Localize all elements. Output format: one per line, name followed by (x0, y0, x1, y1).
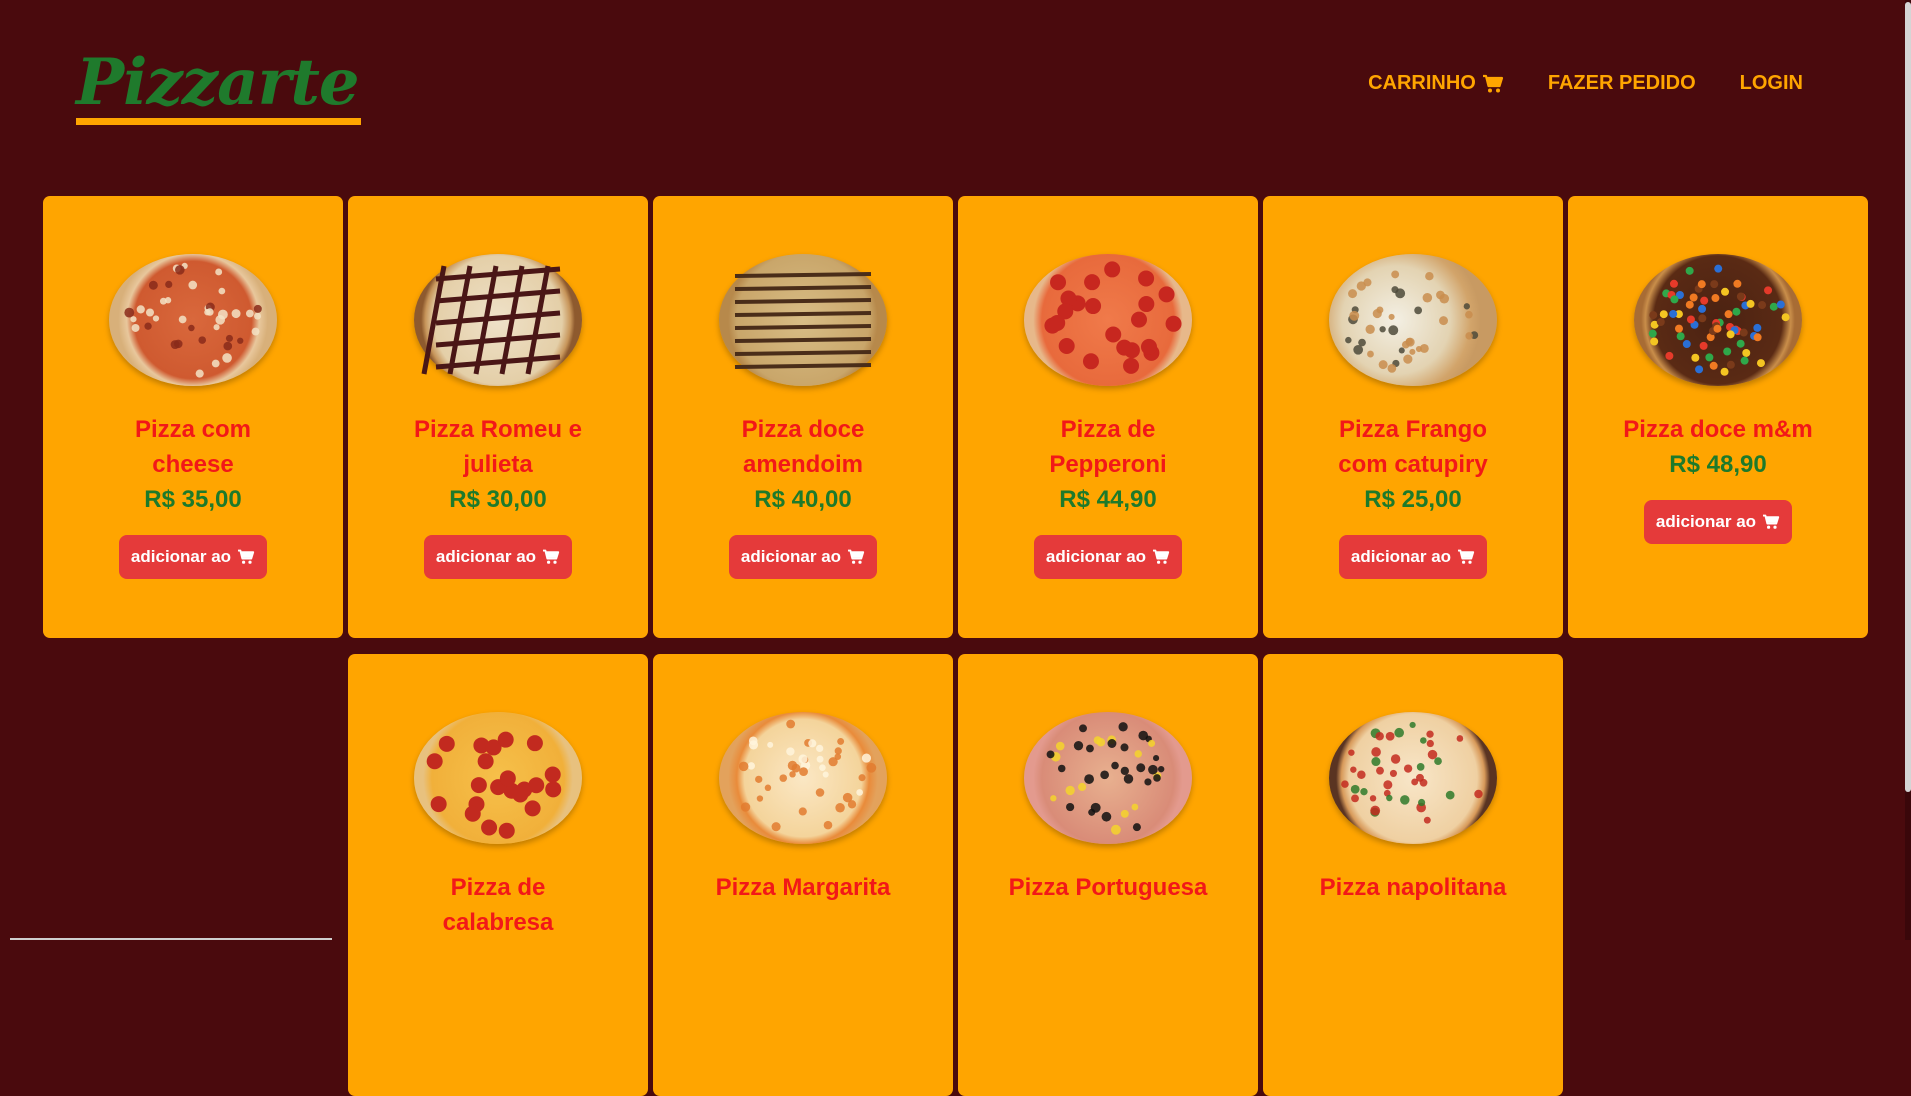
nav-login-link[interactable]: LOGIN (1740, 72, 1803, 95)
product-name: Pizza doce amendoim (741, 416, 865, 478)
pizza-image (1024, 712, 1192, 844)
product-price: R$ 35,00 (144, 486, 242, 513)
product-price: R$ 25,00 (1364, 486, 1462, 513)
add-to-cart-label: adicionar ao (1350, 547, 1452, 566)
add-to-cart-button[interactable]: adicionar ao (728, 535, 878, 579)
add-to-cart-button[interactable]: adicionar ao (423, 535, 573, 579)
product-name: Pizza napolitana (1319, 874, 1507, 901)
product-name: Pizza Portuguesa (1008, 874, 1208, 901)
scrollbar-thumb[interactable] (1905, 2, 1911, 792)
product-card: Pizza Margarita (653, 654, 953, 1096)
add-to-cart-label: adicionar ao (1045, 547, 1147, 566)
product-card: Pizza napolitana (1263, 654, 1563, 1096)
add-to-cart-button[interactable]: adicionar ao (1033, 535, 1183, 579)
cart-icon (1763, 514, 1780, 529)
product-price: R$ 48,90 (1669, 451, 1767, 478)
pizza-image (109, 254, 277, 386)
nav-cart-label: CARRINHO (1368, 72, 1476, 94)
cart-icon (1153, 549, 1170, 564)
product-name: Pizza de calabresa (442, 874, 554, 936)
product-card: Pizza doce m&m R$ 48,90 adicionar ao (1568, 196, 1868, 638)
cart-icon (238, 549, 255, 564)
pizza-image (414, 712, 582, 844)
product-name: Pizza Frango com catupiry (1338, 416, 1488, 478)
nav-order-link[interactable]: FAZER PEDIDO (1548, 72, 1696, 95)
logo[interactable]: Pizzarte (76, 48, 361, 125)
product-grid: Pizza com cheese R$ 35,00 adicionar ao Pizz… (42, 196, 1869, 1096)
product-name: Pizza Margarita (715, 874, 891, 901)
add-to-cart-button[interactable]: adicionar ao (118, 535, 268, 579)
pizza-image (1329, 712, 1497, 844)
add-to-cart-button[interactable]: adicionar ao (1338, 535, 1488, 579)
product-card: Pizza Romeu e julieta R$ 30,00 adicionar a… (348, 196, 648, 638)
pizza-image (1329, 254, 1497, 386)
product-name: Pizza doce m&m (1623, 416, 1813, 443)
cart-icon (848, 549, 865, 564)
cart-icon (1482, 74, 1503, 92)
product-name: Pizza com cheese (134, 416, 252, 478)
add-to-cart-label: adicionar ao (435, 547, 537, 566)
product-name: Pizza de Pepperoni (1049, 416, 1167, 478)
product-price: R$ 30,00 (449, 486, 547, 513)
product-card: Pizza doce amendoim R$ 40,00 adicionar ao (653, 196, 953, 638)
product-name: Pizza Romeu e julieta (413, 416, 583, 478)
product-card: Pizza de calabresa (348, 654, 648, 1096)
add-to-cart-button[interactable]: adicionar ao (1643, 500, 1793, 544)
pizza-image (1634, 254, 1802, 386)
product-card: Pizza com cheese R$ 35,00 adicionar ao (43, 196, 343, 638)
main-nav: CARRINHO FAZER PEDIDO LOGIN (1368, 72, 1803, 95)
add-to-cart-label: adicionar ao (740, 547, 842, 566)
product-card: Pizza Portuguesa (958, 654, 1258, 1096)
cart-icon (543, 549, 560, 564)
product-price: R$ 40,00 (754, 486, 852, 513)
nav-cart-link[interactable]: CARRINHO (1368, 72, 1504, 95)
scrollbar-track[interactable] (1905, 0, 1911, 940)
pizza-image (1024, 254, 1192, 386)
product-card: Pizza de Pepperoni R$ 44,90 adicionar ao (958, 196, 1258, 638)
add-to-cart-label: adicionar ao (1655, 512, 1757, 531)
cart-icon (1458, 549, 1475, 564)
pizza-image (719, 712, 887, 844)
add-to-cart-label: adicionar ao (130, 547, 232, 566)
pizza-image (719, 254, 887, 386)
product-price: R$ 44,90 (1059, 486, 1157, 513)
product-card: Pizza Frango com catupiry R$ 25,00 adicion… (1263, 196, 1563, 638)
pizza-image (414, 254, 582, 386)
